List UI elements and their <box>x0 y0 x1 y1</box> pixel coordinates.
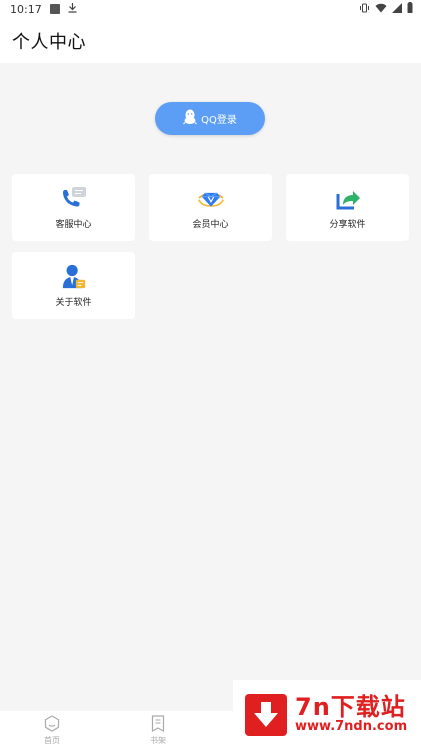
card-label: 关于软件 <box>55 297 92 308</box>
phone-chat-icon <box>61 186 87 212</box>
download-arrow-logo-icon <box>245 694 287 736</box>
watermark-url: www.7ndn.com <box>295 719 408 735</box>
battery-icon <box>407 2 413 16</box>
share-icon <box>335 186 361 212</box>
nav-item-home[interactable]: 首页 <box>32 715 72 746</box>
watermark-main: 7n下载站 <box>295 693 406 722</box>
status-right <box>359 2 413 16</box>
status-left: 10:17 <box>10 2 77 16</box>
user-info-icon <box>61 264 87 290</box>
bookmark-icon <box>151 715 165 734</box>
app-header: 个人中心 <box>0 18 421 63</box>
qq-penguin-icon <box>183 109 198 128</box>
nav-label: 书架 <box>150 736 166 745</box>
watermark-text: 7n下载站 www.7ndn.com <box>295 693 408 735</box>
page-title: 个人中心 <box>12 31 86 53</box>
card-label: 会员中心 <box>192 219 229 230</box>
home-hexagon-icon <box>44 715 60 734</box>
status-time: 10:17 <box>10 2 42 16</box>
card-customer-service[interactable]: 客服中心 <box>12 174 135 241</box>
watermark: 7n下载站 www.7ndn.com <box>233 680 421 750</box>
card-share-app[interactable]: 分享软件 <box>286 174 409 241</box>
qq-login-label: QQ登录 <box>201 115 237 126</box>
card-label: 客服中心 <box>55 219 92 230</box>
card-about-app[interactable]: 关于软件 <box>12 252 135 319</box>
signal-icon <box>392 2 402 16</box>
nav-item-bookshelf[interactable]: 书架 <box>138 715 178 746</box>
download-icon <box>68 2 77 16</box>
nav-label: 首页 <box>44 736 60 745</box>
wifi-icon <box>375 3 387 16</box>
card-vip-center[interactable]: 会员中心 <box>149 174 272 241</box>
vibrate-icon <box>359 3 370 16</box>
card-label: 分享软件 <box>329 219 366 230</box>
qq-login-button[interactable]: QQ登录 <box>155 102 265 135</box>
vip-diamond-icon <box>197 186 224 212</box>
notification-icon <box>49 4 60 14</box>
status-bar: 10:17 <box>0 0 421 18</box>
